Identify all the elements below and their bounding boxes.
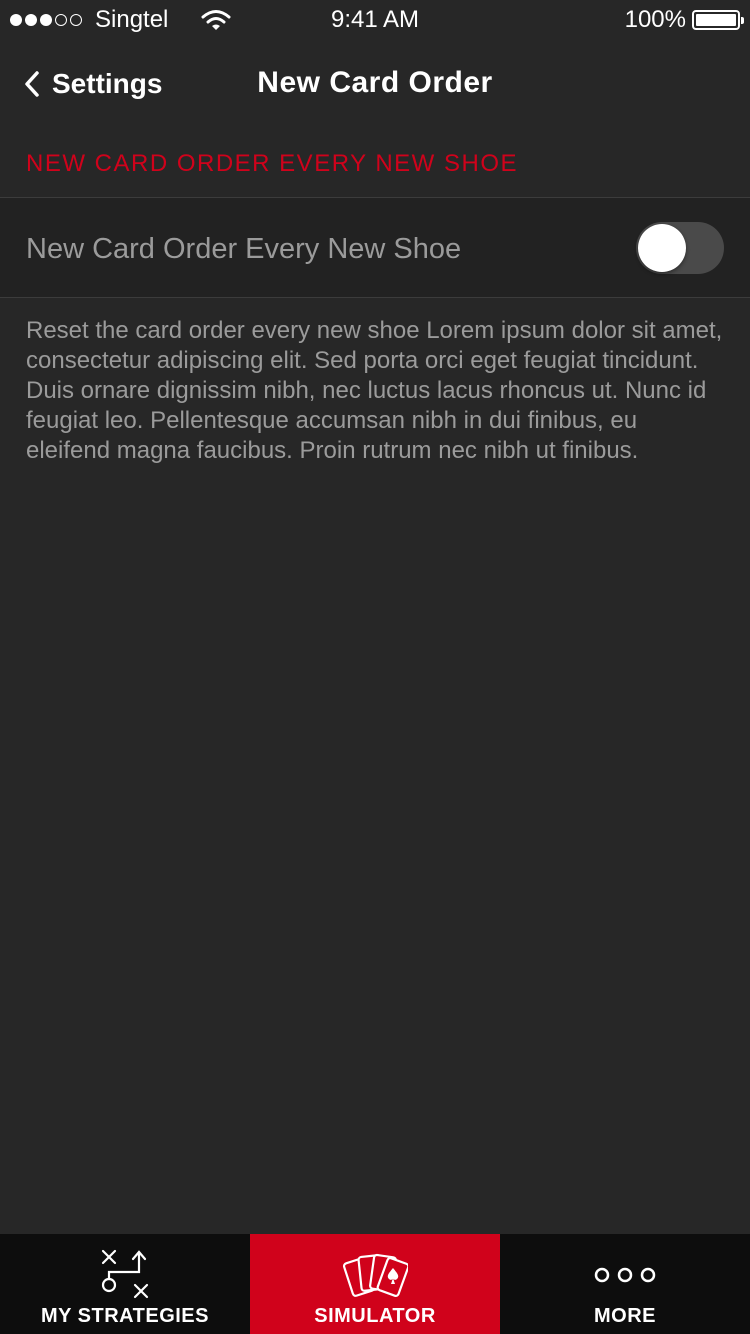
tab-label: MY STRATEGIES: [40, 1305, 209, 1327]
tab-simulator[interactable]: SIMULATOR: [250, 1234, 500, 1334]
status-right: 100%: [624, 6, 744, 34]
chevron-left-icon: [25, 71, 39, 97]
tab-more[interactable]: MORE: [500, 1234, 750, 1334]
battery-icon: [692, 10, 744, 30]
tab-label: SIMULATOR: [314, 1305, 436, 1327]
more-dots-icon: [500, 1266, 750, 1284]
playing-cards-icon: [250, 1248, 500, 1302]
setting-row-new-card-order: New Card Order Every New Shoe: [0, 197, 750, 298]
status-bar: Singtel 9:41 AM 100%: [0, 0, 750, 40]
setting-label: New Card Order Every New Shoe: [26, 233, 462, 265]
navigation-bar: Settings New Card Order: [0, 40, 750, 130]
tab-my-strategies[interactable]: MY STRATEGIES: [0, 1234, 250, 1334]
tab-label: MORE: [594, 1305, 656, 1327]
back-label: Settings: [52, 68, 163, 99]
battery-percentage: 100%: [624, 6, 686, 33]
strategy-play-icon: [0, 1248, 250, 1300]
section-header: NEW CARD ORDER EVERY NEW SHOE: [26, 150, 519, 177]
setting-description: Reset the card order every new shoe Lore…: [26, 317, 723, 464]
new-card-order-toggle[interactable]: [636, 222, 724, 274]
back-button[interactable]: Settings: [22, 68, 162, 100]
tab-bar: MY STRATEGIES SIMULATOR MORE: [0, 1234, 750, 1334]
toggle-knob: [638, 224, 686, 272]
